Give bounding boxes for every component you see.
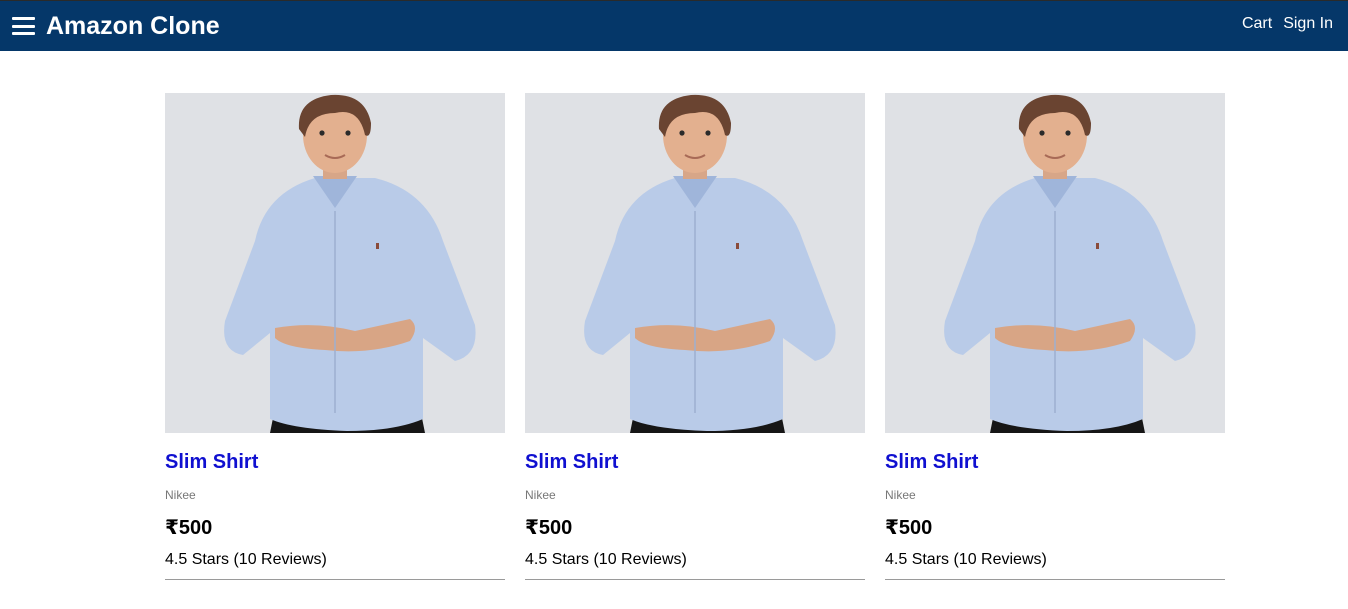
brand-area: Amazon Clone [0,12,220,41]
product-brand: Nikee [165,488,196,502]
product-rating: 4.5 Stars (10 Reviews) [165,551,327,568]
product-card: Slim Shirt Nikee ₹500 4.5 Stars (10 Revi… [885,93,1225,580]
product-brand: Nikee [885,488,916,502]
cart-link[interactable]: Cart [1242,15,1272,33]
brand-logo-link[interactable]: Amazon Clone [46,12,220,41]
product-price: ₹500 [885,517,933,539]
shirt-model-image [165,93,505,433]
product-name-link[interactable]: Slim Shirt [165,451,505,473]
product-price: ₹500 [165,517,213,539]
product-brand: Nikee [525,488,556,502]
top-navbar: Amazon Clone Cart Sign In [0,0,1348,51]
shirt-model-image [885,93,1225,433]
header-links: Cart Sign In [1242,15,1348,33]
shirt-model-image [525,93,865,433]
product-rating: 4.5 Stars (10 Reviews) [885,551,1047,568]
product-image[interactable] [885,93,1225,433]
product-rating: 4.5 Stars (10 Reviews) [525,551,687,568]
product-name-link[interactable]: Slim Shirt [885,451,1225,473]
product-image[interactable] [165,93,505,433]
product-image[interactable] [525,93,865,433]
product-card: Slim Shirt Nikee ₹500 4.5 Stars (10 Revi… [165,93,505,580]
card-divider [165,579,505,580]
card-divider [525,579,865,580]
sign-in-link[interactable]: Sign In [1283,15,1333,33]
card-divider [885,579,1225,580]
hamburger-menu-icon[interactable] [12,15,35,37]
product-name-link[interactable]: Slim Shirt [525,451,865,473]
product-grid: Slim Shirt Nikee ₹500 4.5 Stars (10 Revi… [165,93,1225,580]
product-card: Slim Shirt Nikee ₹500 4.5 Stars (10 Revi… [525,93,865,580]
product-price: ₹500 [525,517,573,539]
